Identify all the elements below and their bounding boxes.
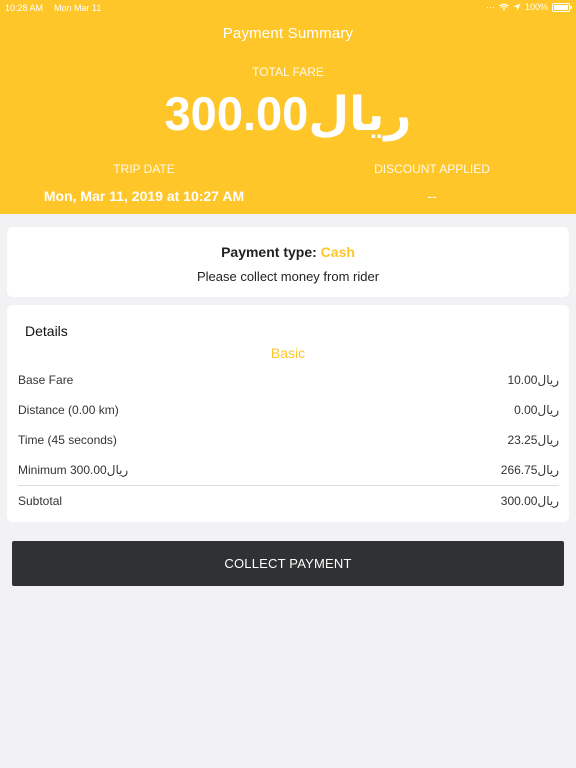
payment-type-value: Cash [320,244,355,260]
fare-row-value: 23.25ريال [507,433,559,447]
payment-type-label: Payment type: [221,244,317,260]
wifi-icon [499,3,509,11]
fare-row-value: 10.00ريال [507,373,559,387]
status-time: 10:28 AM [5,3,44,13]
fare-row-minimum: Minimum 300.00ريال 266.75ريال [18,460,559,480]
total-fare-amount: 300.00ريال [164,87,412,140]
fare-row-label: Base Fare [18,373,74,387]
status-right: ··· 100% [485,2,572,12]
status-date: Mon Mar 11 [54,3,102,13]
fare-category: Basic [270,345,306,361]
payment-type-card: Payment type: Cash Please collect money … [7,227,569,297]
status-bar: 10:28 AM Mon Mar 11 ··· 100% [0,0,576,16]
fare-row-value: 266.75ريال [500,463,559,477]
discount-value: -- [427,188,437,204]
trip-date-label: TRIP DATE [113,162,175,176]
payment-note: Please collect money from rider [196,269,380,284]
details-title: Details [25,323,68,339]
total-fare-label: TOTAL FARE [252,65,324,79]
subtotal-value: 300.00ريال [500,494,559,508]
collect-payment-button[interactable]: COLLECT PAYMENT [12,541,564,586]
trip-date-value: Mon, Mar 11, 2019 at 10:27 AM [43,188,245,204]
battery-icon [552,2,572,12]
battery-percent: 100% [524,2,548,12]
fare-row-value: 0.00ريال [514,403,559,417]
fare-row-label: Minimum 300.00ريال [18,463,129,477]
fare-row-distance: Distance (0.00 km) 0.00ريال [18,400,559,420]
payment-type: Payment type: Cash [7,244,569,260]
fare-row-label: Distance (0.00 km) [18,403,119,417]
fare-row-time: Time (45 seconds) 23.25ريال [18,430,559,450]
subtotal-label: Subtotal [18,494,63,508]
page-title: Payment Summary [222,25,354,42]
signal-dots-icon: ··· [485,2,495,12]
trip-date-section: TRIP DATE Mon, Mar 11, 2019 at 10:27 AM [0,162,288,204]
fare-row-base: Base Fare 10.00ريال [18,370,559,390]
fare-row-label: Time (45 seconds) [18,433,117,447]
discount-label: DISCOUNT APPLIED [374,162,490,176]
subtotal-divider [18,485,559,486]
discount-section: DISCOUNT APPLIED -- [288,162,576,204]
subtotal-row: Subtotal 300.00ريال [18,491,559,511]
details-card: Details Basic Base Fare 10.00ريال Distan… [7,305,569,522]
payment-header: 10:28 AM Mon Mar 11 ··· 100% Payment Sum… [0,0,576,214]
location-icon [513,3,521,11]
